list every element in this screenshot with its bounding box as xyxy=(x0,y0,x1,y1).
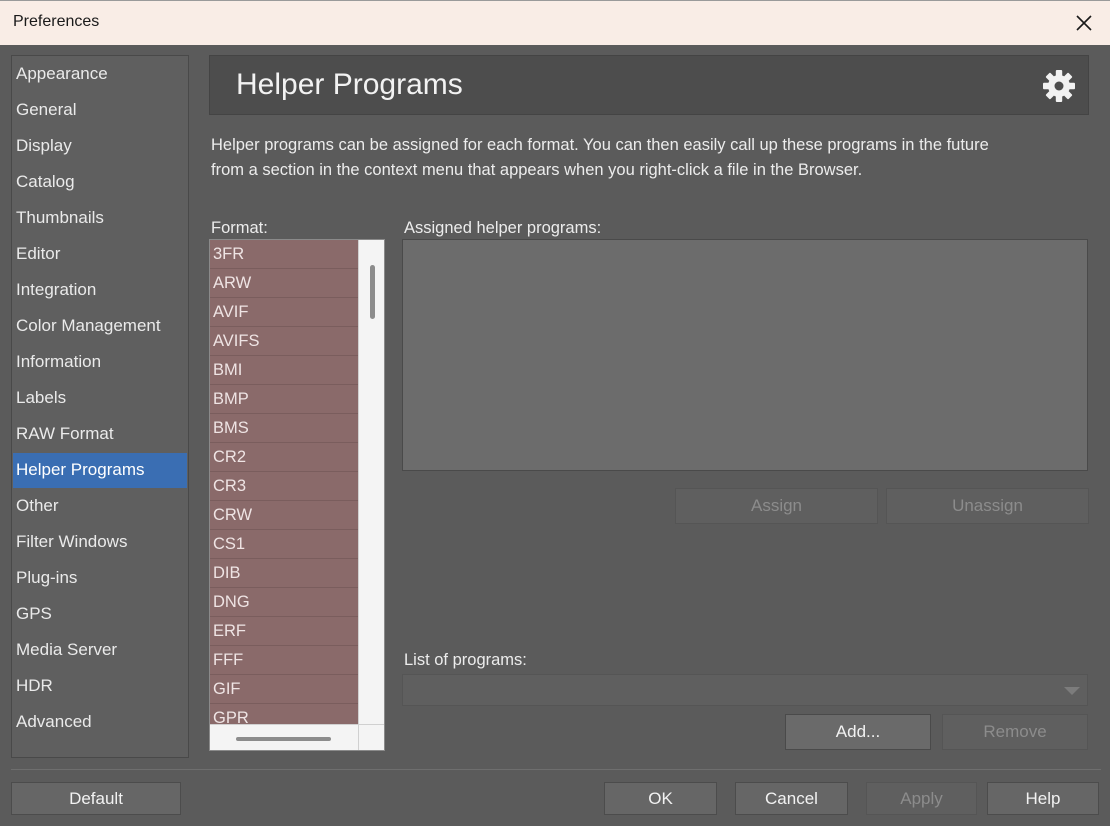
sidebar-item-integration[interactable]: Integration xyxy=(13,273,187,308)
footer-divider xyxy=(11,769,1101,770)
sidebar-item-helper-programs[interactable]: Helper Programs xyxy=(13,453,187,488)
sidebar-item-display[interactable]: Display xyxy=(13,129,187,164)
assigned-programs-label: Assigned helper programs: xyxy=(404,219,602,237)
add-button[interactable]: Add... xyxy=(785,714,931,750)
list-item[interactable]: CRW xyxy=(210,501,358,530)
sidebar-item-editor[interactable]: Editor xyxy=(13,237,187,272)
list-item[interactable]: AVIF xyxy=(210,298,358,327)
sidebar-item-color-management[interactable]: Color Management xyxy=(13,309,187,344)
sidebar-item-plug-ins[interactable]: Plug-ins xyxy=(13,561,187,596)
chevron-down-icon xyxy=(1064,687,1080,695)
ok-button[interactable]: OK xyxy=(604,782,717,815)
description-text: Helper programs can be assigned for each… xyxy=(211,136,989,179)
horizontal-scrollbar[interactable] xyxy=(210,724,358,750)
format-label: Format: xyxy=(211,219,268,237)
sidebar-item-media-server[interactable]: Media Server xyxy=(13,633,187,668)
sidebar-item-other[interactable]: Other xyxy=(13,489,187,524)
sidebar-item-catalog[interactable]: Catalog xyxy=(13,165,187,200)
remove-button[interactable]: Remove xyxy=(942,714,1088,750)
default-button[interactable]: Default xyxy=(11,782,181,815)
sidebar-item-hdr[interactable]: HDR xyxy=(13,669,187,704)
sidebar-item-thumbnails[interactable]: Thumbnails xyxy=(13,201,187,236)
sidebar-item-filter-windows[interactable]: Filter Windows xyxy=(13,525,187,560)
format-list[interactable]: 3FR ARW AVIF AVIFS BMI BMP BMS CR2 CR3 C… xyxy=(209,239,385,751)
list-item[interactable]: BMP xyxy=(210,385,358,414)
assign-button[interactable]: Assign xyxy=(675,488,878,524)
list-item[interactable]: DIB xyxy=(210,559,358,588)
horizontal-scroll-thumb[interactable] xyxy=(236,737,331,741)
list-item[interactable]: AVIFS xyxy=(210,327,358,356)
vertical-scrollbar[interactable] xyxy=(358,240,384,724)
list-item[interactable]: BMI xyxy=(210,356,358,385)
sidebar-item-gps[interactable]: GPS xyxy=(13,597,187,632)
scroll-corner xyxy=(358,724,384,750)
list-item[interactable]: ARW xyxy=(210,269,358,298)
list-item[interactable]: FFF xyxy=(210,646,358,675)
list-item[interactable]: CR2 xyxy=(210,443,358,472)
list-item[interactable]: BMS xyxy=(210,414,358,443)
page-header: Helper Programs xyxy=(209,55,1089,115)
apply-button[interactable]: Apply xyxy=(866,782,977,815)
vertical-scroll-thumb[interactable] xyxy=(370,265,375,319)
sidebar: Appearance General Display Catalog Thumb… xyxy=(11,55,189,758)
sidebar-item-general[interactable]: General xyxy=(13,93,187,128)
sidebar-item-advanced[interactable]: Advanced xyxy=(13,705,187,740)
list-item[interactable]: CS1 xyxy=(210,530,358,559)
list-item[interactable]: DNG xyxy=(210,588,358,617)
help-button[interactable]: Help xyxy=(987,782,1099,815)
window-title: Preferences xyxy=(13,13,100,30)
list-item[interactable]: CR3 xyxy=(210,472,358,501)
list-item[interactable]: 3FR xyxy=(210,240,358,269)
sidebar-item-labels[interactable]: Labels xyxy=(13,381,187,416)
programs-dropdown[interactable] xyxy=(402,674,1088,706)
sidebar-item-raw-format[interactable]: RAW Format xyxy=(13,417,187,452)
list-item[interactable]: ERF xyxy=(210,617,358,646)
title-bar: Preferences xyxy=(0,0,1110,45)
unassign-button[interactable]: Unassign xyxy=(886,488,1089,524)
sidebar-item-appearance[interactable]: Appearance xyxy=(13,57,187,92)
page-title: Helper Programs xyxy=(236,68,463,101)
sidebar-item-information[interactable]: Information xyxy=(13,345,187,380)
cancel-button[interactable]: Cancel xyxy=(735,782,848,815)
preferences-window: Appearance General Display Catalog Thumb… xyxy=(0,45,1110,826)
close-icon[interactable] xyxy=(1072,11,1096,35)
gear-icon xyxy=(1043,70,1075,102)
list-of-programs-label: List of programs: xyxy=(404,651,527,669)
list-item[interactable]: GIF xyxy=(210,675,358,704)
assigned-programs-list[interactable] xyxy=(402,239,1088,471)
format-items: 3FR ARW AVIF AVIFS BMI BMP BMS CR2 CR3 C… xyxy=(210,240,358,733)
